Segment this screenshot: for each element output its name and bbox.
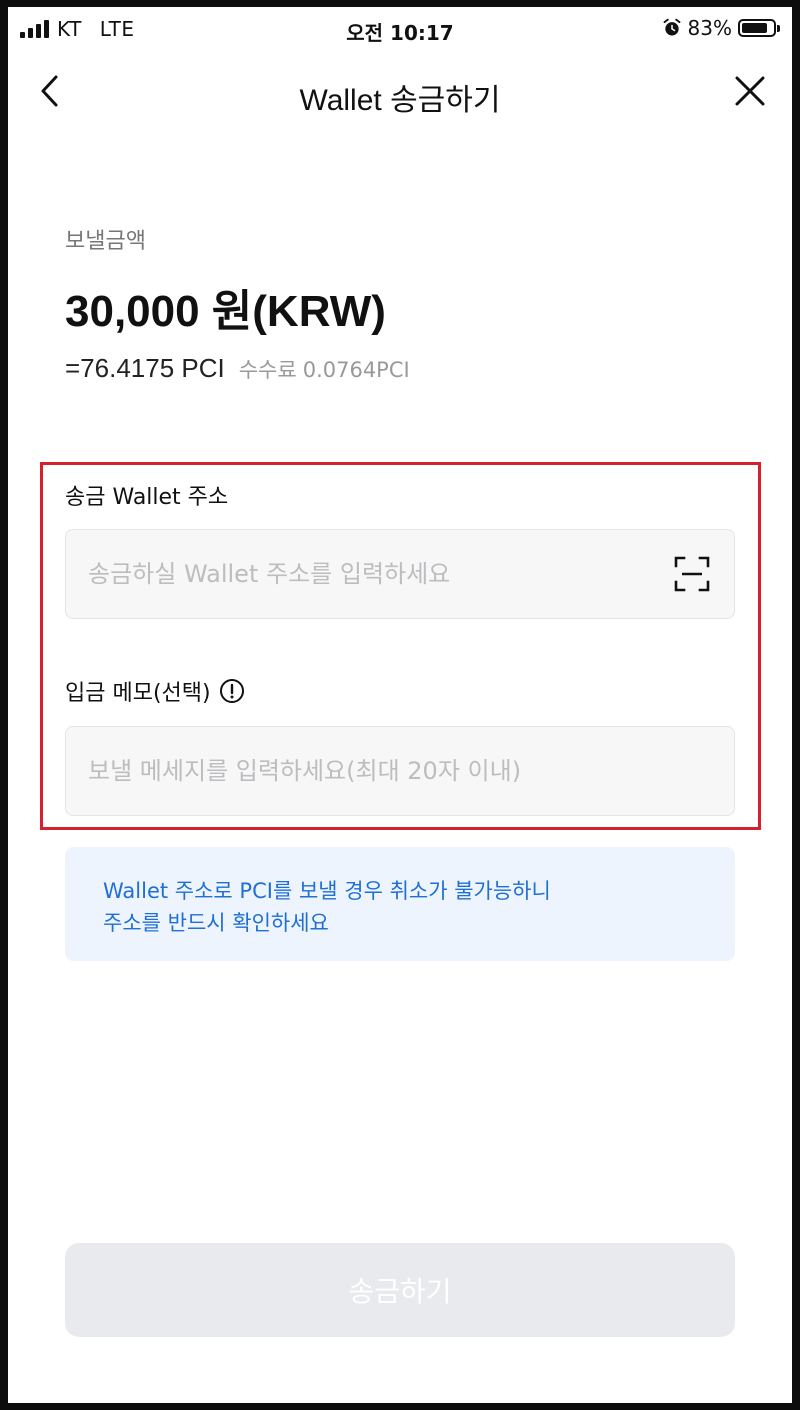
info-icon[interactable] xyxy=(219,678,245,704)
app-screen: KT LTE 오전 10:17 83% Wallet 송금하기 보낼금액 30,… xyxy=(8,7,792,1403)
device-frame: KT LTE 오전 10:17 83% Wallet 송금하기 보낼금액 30,… xyxy=(0,0,800,1410)
battery-percent: 83% xyxy=(687,16,732,40)
status-bar: KT LTE 오전 10:17 83% xyxy=(8,7,792,51)
page-title: Wallet 송금하기 xyxy=(299,84,501,117)
address-field-label: 송금 Wallet 주소 xyxy=(65,479,228,511)
fee-value: 0.0764PCI xyxy=(302,358,410,382)
memo-input[interactable] xyxy=(88,757,712,785)
fee-label: 수수료 xyxy=(238,358,297,382)
close-button[interactable] xyxy=(728,69,772,113)
memo-label-text: 입금 메모(선택) xyxy=(65,681,211,706)
status-right: 83% xyxy=(662,16,780,40)
warning-notice: Wallet 주소로 PCI를 보낼 경우 취소가 불가능하니 주소를 반드시 … xyxy=(65,847,735,961)
battery-icon xyxy=(738,19,780,37)
memo-input-container xyxy=(65,726,735,816)
notice-line-1: Wallet 주소로 PCI를 보낼 경우 취소가 불가능하니 xyxy=(103,879,551,903)
address-input-container xyxy=(65,529,735,619)
send-button[interactable]: 송금하기 xyxy=(65,1243,735,1337)
pci-amount: =76.4175 PCI xyxy=(65,353,225,383)
memo-field-label: 입금 메모(선택) xyxy=(65,675,245,707)
nav-bar: Wallet 송금하기 xyxy=(8,57,792,127)
send-amount-krw: 30,000 원(KRW) xyxy=(65,287,386,336)
alarm-icon xyxy=(663,18,680,36)
address-label-text: 송금 Wallet 주소 xyxy=(65,485,229,510)
wallet-address-input[interactable] xyxy=(88,560,672,588)
send-amount-label: 보낼금액 xyxy=(65,229,146,254)
amount-conversion: =76.4175 PCI 수수료 0.0764PCI xyxy=(65,353,410,384)
notice-line-2: 주소를 반드시 확인하세요 xyxy=(103,911,329,935)
qr-scan-icon[interactable] xyxy=(672,554,712,594)
close-icon xyxy=(735,76,765,106)
fee-info: 수수료 0.0764PCI xyxy=(239,354,410,384)
